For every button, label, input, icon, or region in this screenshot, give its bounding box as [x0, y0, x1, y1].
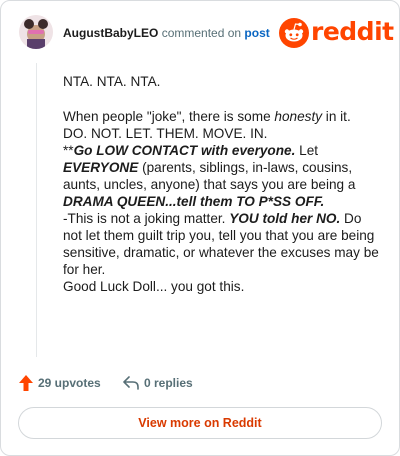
user-avatar[interactable]	[19, 15, 53, 49]
view-more-button[interactable]: View more on Reddit	[18, 407, 382, 439]
post-link[interactable]: post	[244, 26, 269, 40]
comment-byline: AugustBabyLEO commented on post	[63, 26, 270, 40]
comment-body: NTA. NTA. NTA. When people "joke", there…	[63, 73, 383, 295]
reply-button[interactable]: 0 replies	[123, 373, 193, 393]
comment-actions: 29 upvotes 0 replies	[19, 373, 319, 393]
comment-header: AugustBabyLEO commented on post reddit	[19, 15, 394, 51]
reddit-wordmark: reddit	[311, 17, 394, 46]
reply-count: 0 replies	[144, 376, 193, 390]
comment-paragraph: When people "joke", there is some honest…	[63, 109, 379, 294]
comment-card: AugustBabyLEO commented on post reddit N…	[0, 0, 400, 456]
thread-line	[36, 63, 37, 357]
commented-on-text: commented on	[161, 26, 242, 40]
reply-arrow-icon	[123, 376, 139, 390]
comment-line: NTA. NTA. NTA.	[63, 74, 161, 89]
username[interactable]: AugustBabyLEO	[63, 26, 158, 40]
arrow-up-icon	[19, 375, 33, 391]
reddit-logo[interactable]: reddit	[279, 17, 394, 48]
reddit-snoo-icon	[279, 18, 309, 48]
upvote-count: 29 upvotes	[38, 376, 101, 390]
upvote-button[interactable]: 29 upvotes	[19, 373, 101, 393]
